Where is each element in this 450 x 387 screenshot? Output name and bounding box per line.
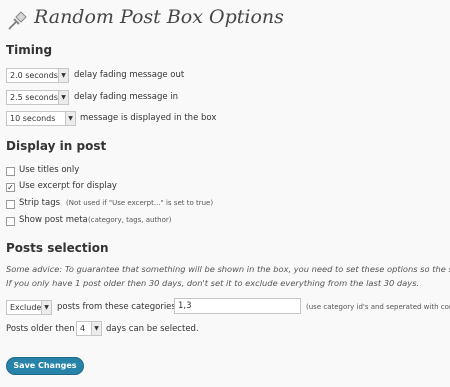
fade-out-label: delay fading message out <box>74 70 185 80</box>
categories-input[interactable]: 1,3 <box>174 298 301 314</box>
post-meta-checkbox[interactable] <box>6 217 15 226</box>
fade-in-label: delay fading message in <box>74 92 179 102</box>
age-prefix-label: Posts older then <box>6 324 75 334</box>
age-days-select[interactable]: 4 ▼ <box>76 321 102 336</box>
pushpin-icon <box>8 11 27 30</box>
chevron-down-icon: ▼ <box>41 301 51 314</box>
use-excerpt-label: Use excerpt for display <box>19 181 117 191</box>
fade-out-select[interactable]: 2.0 seconds ▼ <box>6 68 69 83</box>
use-titles-checkbox[interactable] <box>6 167 15 176</box>
post-meta-label: Show post meta <box>19 215 88 225</box>
chevron-down-icon: ▼ <box>91 322 101 335</box>
display-time-select[interactable]: 10 seconds ▼ <box>6 111 76 126</box>
display-in-post-heading: Display in post <box>6 139 107 153</box>
use-titles-label: Use titles only <box>19 165 80 175</box>
fade-out-value: 2.0 seconds <box>10 71 58 80</box>
advice-line-2: If you only have 1 post older then 30 da… <box>6 278 420 288</box>
strip-tags-note: (Not used if "Use excerpt..." is set to … <box>66 199 214 207</box>
timing-heading: Timing <box>6 43 53 57</box>
include-exclude-select[interactable]: Exclude ▼ <box>6 300 52 315</box>
fade-in-select[interactable]: 2.5 seconds ▼ <box>6 90 69 105</box>
strip-tags-label: Strip tags <box>19 198 61 208</box>
age-suffix-label: days can be selected. <box>106 324 199 334</box>
chevron-down-icon: ▼ <box>65 112 75 125</box>
chevron-down-icon: ▼ <box>58 91 68 104</box>
fade-in-value: 2.5 seconds <box>10 93 58 102</box>
posts-selection-heading: Posts selection <box>6 241 109 255</box>
save-changes-button[interactable]: Save Changes <box>6 357 84 375</box>
display-time-label: message is displayed in the box <box>80 113 217 123</box>
post-meta-note: (category, tags, author) <box>88 216 172 224</box>
strip-tags-checkbox[interactable] <box>6 200 15 209</box>
age-days-value: 4 <box>80 324 86 333</box>
page-title: Random Post Box Options <box>34 6 284 28</box>
categories-note: (use category id's and seperated with co… <box>306 303 450 311</box>
advice-line-1: Some advice: To guarantee that something… <box>6 264 450 274</box>
chevron-down-icon: ▼ <box>58 69 68 82</box>
include-exclude-value: Exclude <box>10 303 42 312</box>
categories-label: posts from these categories <box>57 302 176 312</box>
use-excerpt-checkbox[interactable]: ✓ <box>6 183 15 192</box>
display-time-value: 10 seconds <box>10 114 56 123</box>
